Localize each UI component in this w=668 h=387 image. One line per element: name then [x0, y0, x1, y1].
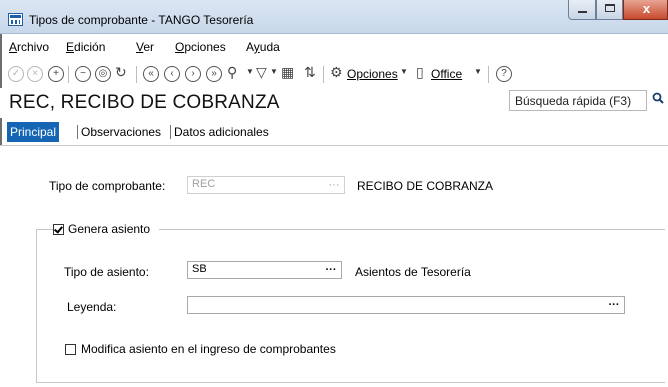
minimize-button[interactable]: [568, 0, 596, 20]
tipo-comprobante-label: Tipo de comprobante:: [49, 179, 166, 193]
toolbar-separator: [136, 66, 137, 83]
tipo-asiento-lookup-button[interactable]: ···: [322, 263, 340, 281]
menu-ayuda[interactable]: Ayuda: [246, 40, 280, 54]
modifica-asiento-checkbox[interactable]: [65, 344, 76, 355]
office-icon[interactable]: ▯: [416, 64, 424, 81]
menu-archivo[interactable]: Archivo: [9, 40, 49, 54]
office-menu-button[interactable]: Office: [431, 67, 462, 81]
binoculars-icon[interactable]: ⚲: [227, 64, 237, 81]
app-icon: [8, 13, 23, 26]
tipo-asiento-field[interactable]: SB: [187, 261, 342, 279]
toolbar: ✓ × + − ◎ ↻ « ‹ › » ⚲ ▼ ▽ ▼ ▦ ⇅ ⚙ Opcion…: [0, 56, 668, 88]
sort-icon[interactable]: ⇅: [304, 64, 316, 81]
confirm-icon[interactable]: ✓: [8, 66, 24, 82]
tipo-asiento-description: Asientos de Tesorería: [355, 265, 471, 279]
page-title: REC, RECIBO DE COBRANZA: [9, 92, 280, 113]
menu-ver[interactable]: Ver: [136, 40, 154, 54]
tab-divider: [170, 125, 171, 139]
previous-record-icon[interactable]: ‹: [164, 66, 180, 82]
remove-icon[interactable]: −: [75, 66, 91, 82]
tab-datos-adicionales[interactable]: Datos adicionales: [174, 122, 269, 142]
first-record-icon[interactable]: «: [143, 66, 159, 82]
opciones-menu-button[interactable]: Opciones: [347, 67, 398, 81]
genera-asiento-label: Genera asiento: [68, 222, 151, 236]
last-record-icon[interactable]: »: [206, 66, 222, 82]
chevron-down-icon[interactable]: ▼: [270, 67, 278, 76]
chevron-down-icon[interactable]: ▼: [474, 67, 482, 76]
menu-opciones[interactable]: Opciones: [175, 40, 226, 54]
copy-icon[interactable]: ◎: [95, 66, 111, 82]
add-icon[interactable]: +: [48, 66, 64, 82]
tab-principal[interactable]: Principal: [7, 122, 60, 142]
toolbar-separator: [488, 66, 489, 83]
leyenda-lookup-button[interactable]: ···: [605, 298, 623, 316]
menu-edicion[interactable]: Edición: [66, 40, 105, 54]
search-icon[interactable]: [652, 92, 664, 104]
genera-asiento-checkbox[interactable]: [53, 224, 64, 235]
window-title: Tipos de comprobante - TANGO Tesorería: [29, 13, 254, 27]
main-window: Tipos de comprobante - TANGO Tesorería x…: [0, 0, 668, 387]
close-icon: x: [642, 1, 651, 16]
modifica-asiento-label: Modifica asiento en el ingreso de compro…: [81, 342, 336, 356]
tab-observaciones[interactable]: Observaciones: [81, 122, 161, 142]
gear-icon[interactable]: ⚙: [330, 64, 343, 81]
tab-divider: [77, 125, 78, 139]
toolbar-separator: [323, 66, 324, 83]
help-icon[interactable]: ?: [496, 66, 512, 82]
lookup-button: ···: [328, 179, 340, 191]
toolbar-separator: [68, 66, 69, 83]
cancel-icon[interactable]: ×: [27, 66, 43, 82]
next-record-icon[interactable]: ›: [185, 66, 201, 82]
chevron-down-icon[interactable]: ▼: [400, 67, 408, 76]
tipo-comprobante-description: RECIBO DE COBRANZA: [357, 179, 494, 193]
refresh-icon[interactable]: ↻: [115, 64, 127, 81]
chevron-down-icon[interactable]: ▼: [246, 67, 254, 76]
tipo-comprobante-field: REC: [187, 176, 345, 194]
menu-bar: Archivo Edición Ver Opciones Ayuda: [0, 34, 668, 54]
tipo-asiento-label: Tipo de asiento:: [64, 265, 149, 279]
title-bar[interactable]: Tipos de comprobante - TANGO Tesorería x: [0, 0, 668, 34]
maximize-button[interactable]: [596, 0, 623, 20]
grid-icon[interactable]: ▦: [281, 64, 294, 81]
leyenda-field[interactable]: [187, 296, 625, 314]
leyenda-label: Leyenda:: [67, 300, 117, 314]
close-button[interactable]: x: [623, 0, 668, 20]
quick-search-input[interactable]: Búsqueda rápida (F3): [509, 90, 647, 111]
filter-icon[interactable]: ▽: [256, 64, 267, 81]
